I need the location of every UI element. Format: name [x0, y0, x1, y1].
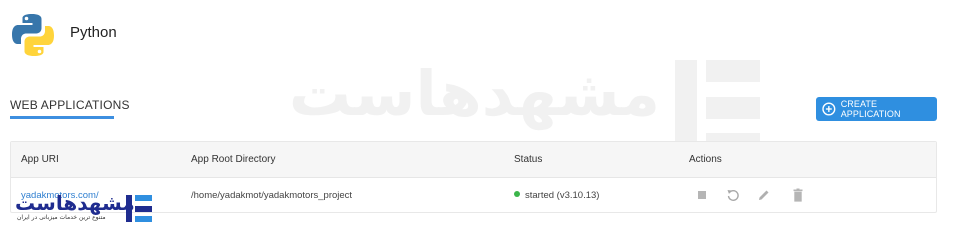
tab-active-indicator [10, 116, 114, 119]
restart-icon[interactable] [726, 188, 740, 202]
brand-tagline: متنوع ترین خدمات میزبانی در ایران [17, 214, 106, 221]
column-header-actions: Actions [689, 154, 722, 165]
brand-mark-icon [126, 195, 152, 222]
stop-icon[interactable] [695, 188, 709, 202]
column-header-status: Status [514, 154, 543, 165]
table-header: App URI App Root Directory Status Action… [11, 142, 936, 178]
page-title: Python [70, 24, 117, 41]
plus-circle-icon [822, 102, 836, 116]
app-root-directory: /home/yadakmot/yadakmotors_project [191, 190, 353, 201]
python-logo-icon [12, 14, 54, 56]
create-application-button[interactable]: CREATE APPLICATION [816, 97, 937, 121]
app-status: started (v3.10.13) [514, 190, 599, 201]
brand-logo: مشهدهاست متنوع ترین خدمات میزبانی در ایر… [15, 191, 155, 228]
status-dot-icon [514, 191, 520, 198]
delete-icon[interactable] [791, 188, 805, 202]
watermark-text: مشهدهاست [288, 57, 660, 130]
column-header-root-dir: App Root Directory [191, 154, 276, 165]
status-text: started (v3.10.13) [525, 190, 600, 201]
column-header-app-uri: App URI [21, 154, 59, 165]
create-application-label: CREATE APPLICATION [840, 99, 901, 119]
tab-web-applications[interactable]: WEB APPLICATIONS [10, 98, 130, 112]
brand-name: مشهدهاست [15, 191, 135, 215]
edit-icon[interactable] [757, 188, 771, 202]
